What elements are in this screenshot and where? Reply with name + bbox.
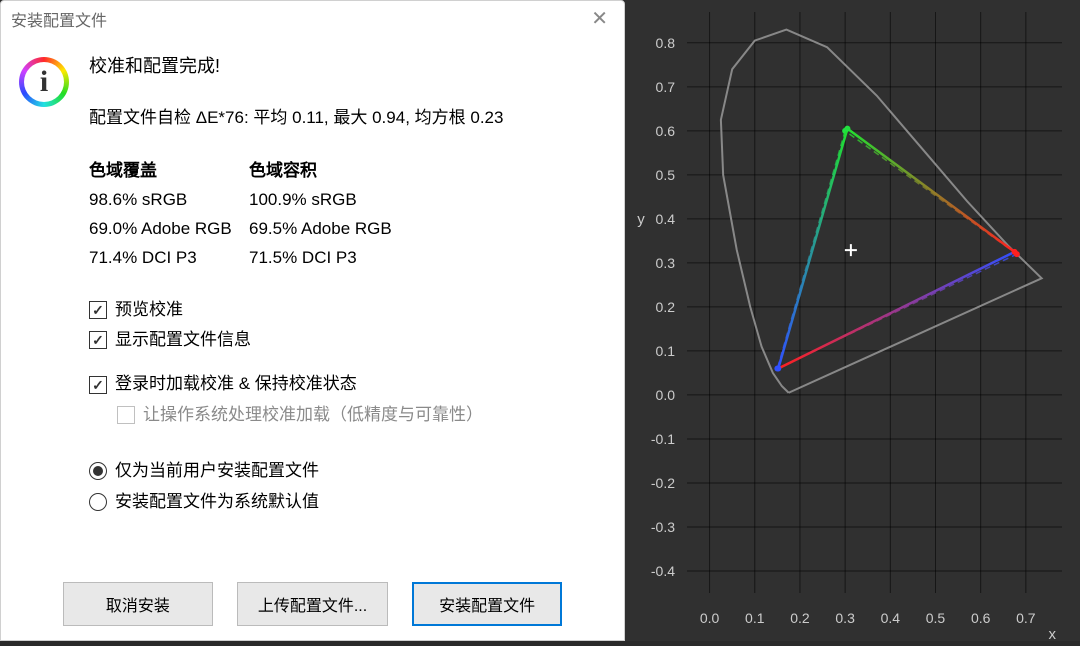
checkbox-show-info[interactable]: 显示配置文件信息 (89, 327, 606, 353)
svg-text:0.3: 0.3 (835, 610, 855, 626)
volume-dcip3: 71.5% DCI P3 (249, 244, 392, 273)
chart-svg: 0.0 0.1 0.2 0.3 0.4 0.5 0.6 0.7 -0.4 -0.3 -0.2 -0.1… (625, 0, 1080, 641)
svg-text:0.0: 0.0 (700, 610, 720, 626)
svg-text:0.0: 0.0 (656, 387, 676, 403)
svg-text:-0.4: -0.4 (651, 563, 675, 579)
dialog-title: 安装配置文件 (11, 7, 107, 31)
svg-text:0.5: 0.5 (926, 610, 946, 626)
profile-stats: 配置文件自检 ΔE*76: 平均 0.11, 最大 0.94, 均方根 0.23 (89, 105, 606, 131)
checkbox-label: 预览校准 (115, 297, 183, 323)
checkbox-load-on-login[interactable]: 登录时加载校准 & 保持校准状态 (89, 371, 606, 397)
headline: 校准和配置完成! (89, 53, 606, 81)
svg-text:0.5: 0.5 (656, 167, 676, 183)
svg-text:y: y (637, 211, 645, 228)
svg-text:0.6: 0.6 (656, 123, 676, 139)
svg-text:0.6: 0.6 (971, 610, 991, 626)
svg-text:0.8: 0.8 (656, 35, 676, 51)
svg-text:0.2: 0.2 (656, 299, 676, 315)
radio-label: 仅为当前用户安装配置文件 (115, 458, 319, 484)
coverage-adobe: 69.0% Adobe RGB (89, 215, 249, 244)
gamut-table: 色域覆盖 98.6% sRGB 69.0% Adobe RGB 71.4% DC… (89, 157, 606, 273)
svg-text:0.7: 0.7 (1016, 610, 1036, 626)
checkbox-label: 显示配置文件信息 (115, 327, 251, 353)
volume-srgb: 100.9% sRGB (249, 186, 392, 215)
cancel-button[interactable]: 取消安装 (63, 582, 213, 626)
radio-system-default[interactable]: 安装配置文件为系统默认值 (89, 489, 606, 515)
volume-adobe: 69.5% Adobe RGB (249, 215, 392, 244)
svg-text:0.4: 0.4 (881, 610, 901, 626)
checkbox-label: 让操作系统处理校准加载（低精度与可靠性） (143, 402, 483, 428)
checkbox-icon (89, 301, 107, 319)
coverage-header: 色域覆盖 (89, 157, 249, 186)
install-profile-dialog: 安装配置文件 ✕ i 校准和配置完成! 配置文件自检 ΔE*76: 平均 0.1… (0, 0, 625, 641)
radio-current-user[interactable]: 仅为当前用户安装配置文件 (89, 458, 606, 484)
install-button[interactable]: 安装配置文件 (412, 582, 562, 626)
button-row: 取消安装 上传配置文件... 安装配置文件 (1, 582, 624, 626)
checkbox-label: 登录时加载校准 & 保持校准状态 (115, 371, 357, 397)
svg-text:0.4: 0.4 (656, 211, 676, 227)
radio-label: 安装配置文件为系统默认值 (115, 489, 319, 515)
coverage-dcip3: 71.4% DCI P3 (89, 244, 249, 273)
titlebar: 安装配置文件 ✕ (1, 1, 624, 35)
svg-text:-0.1: -0.1 (651, 431, 675, 447)
radio-icon (89, 462, 107, 480)
coverage-srgb: 98.6% sRGB (89, 186, 249, 215)
svg-text:-0.3: -0.3 (651, 519, 675, 535)
checkbox-preview[interactable]: 预览校准 (89, 297, 606, 323)
svg-text:x: x (1049, 626, 1057, 641)
svg-text:0.3: 0.3 (656, 255, 676, 271)
checkbox-os-handle: 让操作系统处理校准加载（低精度与可靠性） (117, 402, 606, 428)
checkbox-icon (89, 331, 107, 349)
svg-text:-0.2: -0.2 (651, 475, 675, 491)
close-icon[interactable]: ✕ (585, 9, 614, 29)
checkbox-icon (89, 376, 107, 394)
checkbox-icon (117, 406, 135, 424)
svg-text:0.1: 0.1 (745, 610, 765, 626)
volume-header: 色域容积 (249, 157, 392, 186)
info-icon: i (19, 57, 69, 107)
svg-text:0.2: 0.2 (790, 610, 810, 626)
svg-text:0.7: 0.7 (656, 79, 676, 95)
upload-button[interactable]: 上传配置文件... (237, 582, 388, 626)
chromaticity-chart: 0.0 0.1 0.2 0.3 0.4 0.5 0.6 0.7 -0.4 -0.3 -0.2 -0.1… (625, 0, 1080, 641)
svg-text:0.1: 0.1 (656, 343, 676, 359)
radio-icon (89, 493, 107, 511)
